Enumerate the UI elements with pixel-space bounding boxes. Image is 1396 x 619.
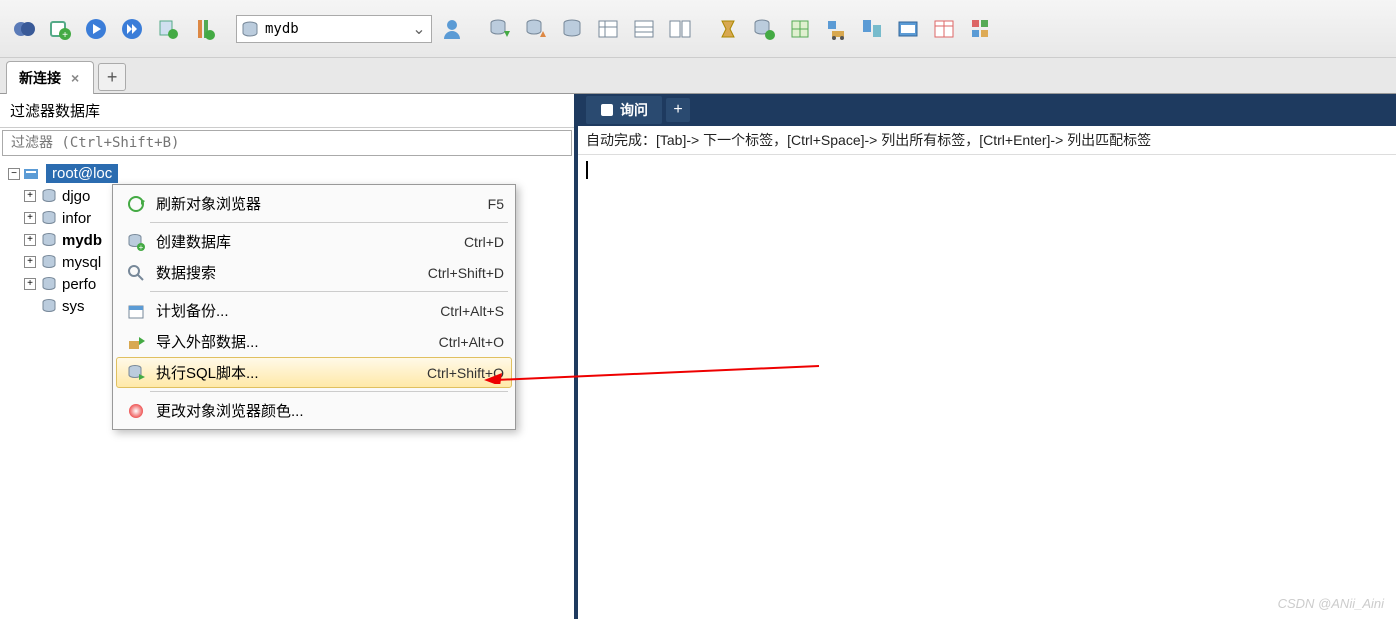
database-icon <box>40 231 58 249</box>
table-icon-1[interactable] <box>592 13 624 45</box>
import-icon <box>124 332 148 352</box>
expand-icon[interactable]: + <box>24 234 36 246</box>
menu-label: 刷新对象浏览器 <box>156 193 488 214</box>
menu-separator <box>150 291 508 292</box>
tool-icon-8[interactable] <box>964 13 996 45</box>
schedule-icon <box>124 301 148 321</box>
dropdown-arrow-icon[interactable]: ⌄ <box>411 19 427 39</box>
autocomplete-hint: 自动完成：[Tab]-> 下一个标签，[Ctrl+Space]-> 列出所有标签… <box>578 126 1396 155</box>
tool-icon-4[interactable] <box>820 13 852 45</box>
menu-separator <box>150 391 508 392</box>
expand-icon[interactable]: + <box>24 190 36 202</box>
tool-icon-3[interactable] <box>784 13 816 45</box>
tool-icon-7[interactable] <box>928 13 960 45</box>
execute-sql-icon <box>124 363 148 383</box>
database-icon <box>40 209 58 227</box>
menu-label: 导入外部数据... <box>156 331 439 352</box>
tree-db-label: mydb <box>62 232 102 249</box>
menu-shortcut: Ctrl+Alt+O <box>439 334 504 350</box>
expand-icon[interactable]: + <box>24 212 36 224</box>
tool-icon-1[interactable] <box>712 13 744 45</box>
database-icon <box>40 297 58 315</box>
refresh-icon <box>124 194 148 214</box>
menu-shortcut: F5 <box>488 196 504 212</box>
query-tab-label: 询问 <box>620 100 648 120</box>
query-tab-bar: 询问 + <box>578 94 1396 126</box>
execute-icon[interactable] <box>80 13 112 45</box>
tool-icon-2[interactable] <box>748 13 780 45</box>
refresh-icon[interactable] <box>152 13 184 45</box>
menu-backup[interactable]: 计划备份... Ctrl+Alt+S <box>116 295 512 326</box>
tree-db-label: djgo <box>62 188 90 205</box>
new-query-icon[interactable]: + <box>44 13 76 45</box>
svg-text:+: + <box>139 243 144 251</box>
menu-label: 数据搜索 <box>156 262 428 283</box>
collapse-icon[interactable]: − <box>8 168 20 180</box>
database-input[interactable] <box>265 21 405 37</box>
close-tab-icon[interactable]: × <box>69 70 81 86</box>
server-icon <box>24 165 42 183</box>
tree-db-label: mysql <box>62 254 101 271</box>
backup-icon[interactable] <box>556 13 588 45</box>
sql-editor[interactable] <box>578 155 1396 619</box>
filter-input[interactable] <box>2 130 572 156</box>
tree-db-label: sys <box>62 298 85 315</box>
database-icon <box>40 275 58 293</box>
table-icon-2[interactable] <box>628 13 660 45</box>
database-selector[interactable]: ⌄ <box>236 15 432 43</box>
database-icon <box>241 20 259 38</box>
main-toolbar: + ⌄ <box>0 0 1396 58</box>
tree-root-label: root@loc <box>46 164 118 183</box>
menu-shortcut: Ctrl+Alt+S <box>440 303 504 319</box>
menu-search[interactable]: 数据搜索 Ctrl+Shift+D <box>116 257 512 288</box>
export-down-icon[interactable] <box>484 13 516 45</box>
menu-separator <box>150 222 508 223</box>
menu-label: 创建数据库 <box>156 231 464 252</box>
connection-tab-bar: 新连接 × + <box>0 58 1396 94</box>
execute-all-icon[interactable] <box>116 13 148 45</box>
tool-icon-5[interactable] <box>856 13 888 45</box>
import-up-icon[interactable] <box>520 13 552 45</box>
svg-text:+: + <box>62 30 68 41</box>
add-tab-button[interactable]: + <box>98 63 126 91</box>
database-icon <box>40 187 58 205</box>
search-icon <box>124 263 148 283</box>
menu-shortcut: Ctrl+Shift+D <box>428 265 504 281</box>
query-tab[interactable]: 询问 <box>586 96 662 124</box>
query-panel: 询问 + 自动完成：[Tab]-> 下一个标签，[Ctrl+Space]-> 列… <box>578 94 1396 619</box>
menu-create-db[interactable]: + 创建数据库 Ctrl+D <box>116 226 512 257</box>
menu-shortcut: Ctrl+Shift+Q <box>427 365 504 381</box>
expand-icon[interactable]: + <box>24 256 36 268</box>
watermark: CSDN @ANii_Aini <box>1278 596 1384 611</box>
tree-root[interactable]: − root@loc <box>8 162 566 185</box>
query-tab-icon <box>600 103 614 117</box>
format-icon[interactable] <box>188 13 220 45</box>
tree-db-label: infor <box>62 210 91 227</box>
menu-shortcut: Ctrl+D <box>464 234 504 250</box>
menu-refresh[interactable]: 刷新对象浏览器 F5 <box>116 188 512 219</box>
menu-label: 更改对象浏览器颜色... <box>156 400 504 421</box>
menu-import[interactable]: 导入外部数据... Ctrl+Alt+O <box>116 326 512 357</box>
connection-tab[interactable]: 新连接 × <box>6 61 94 94</box>
menu-label: 执行SQL脚本... <box>156 362 427 383</box>
filter-header: 过滤器数据库 <box>0 94 574 128</box>
color-wheel-icon <box>124 401 148 421</box>
connection-icon[interactable] <box>8 13 40 45</box>
menu-execute-sql[interactable]: 执行SQL脚本... Ctrl+Shift+Q <box>116 357 512 388</box>
menu-color[interactable]: 更改对象浏览器颜色... <box>116 395 512 426</box>
menu-label: 计划备份... <box>156 300 440 321</box>
database-icon <box>40 253 58 271</box>
tab-label: 新连接 <box>19 68 61 88</box>
tree-db-label: perfo <box>62 276 96 293</box>
database-add-icon: + <box>124 232 148 252</box>
user-icon[interactable] <box>436 13 468 45</box>
table-icon-3[interactable] <box>664 13 696 45</box>
add-query-tab-button[interactable]: + <box>666 98 690 122</box>
context-menu: 刷新对象浏览器 F5 + 创建数据库 Ctrl+D 数据搜索 Ctrl+Shif… <box>112 184 516 430</box>
expand-icon[interactable]: + <box>24 278 36 290</box>
tool-icon-6[interactable] <box>892 13 924 45</box>
